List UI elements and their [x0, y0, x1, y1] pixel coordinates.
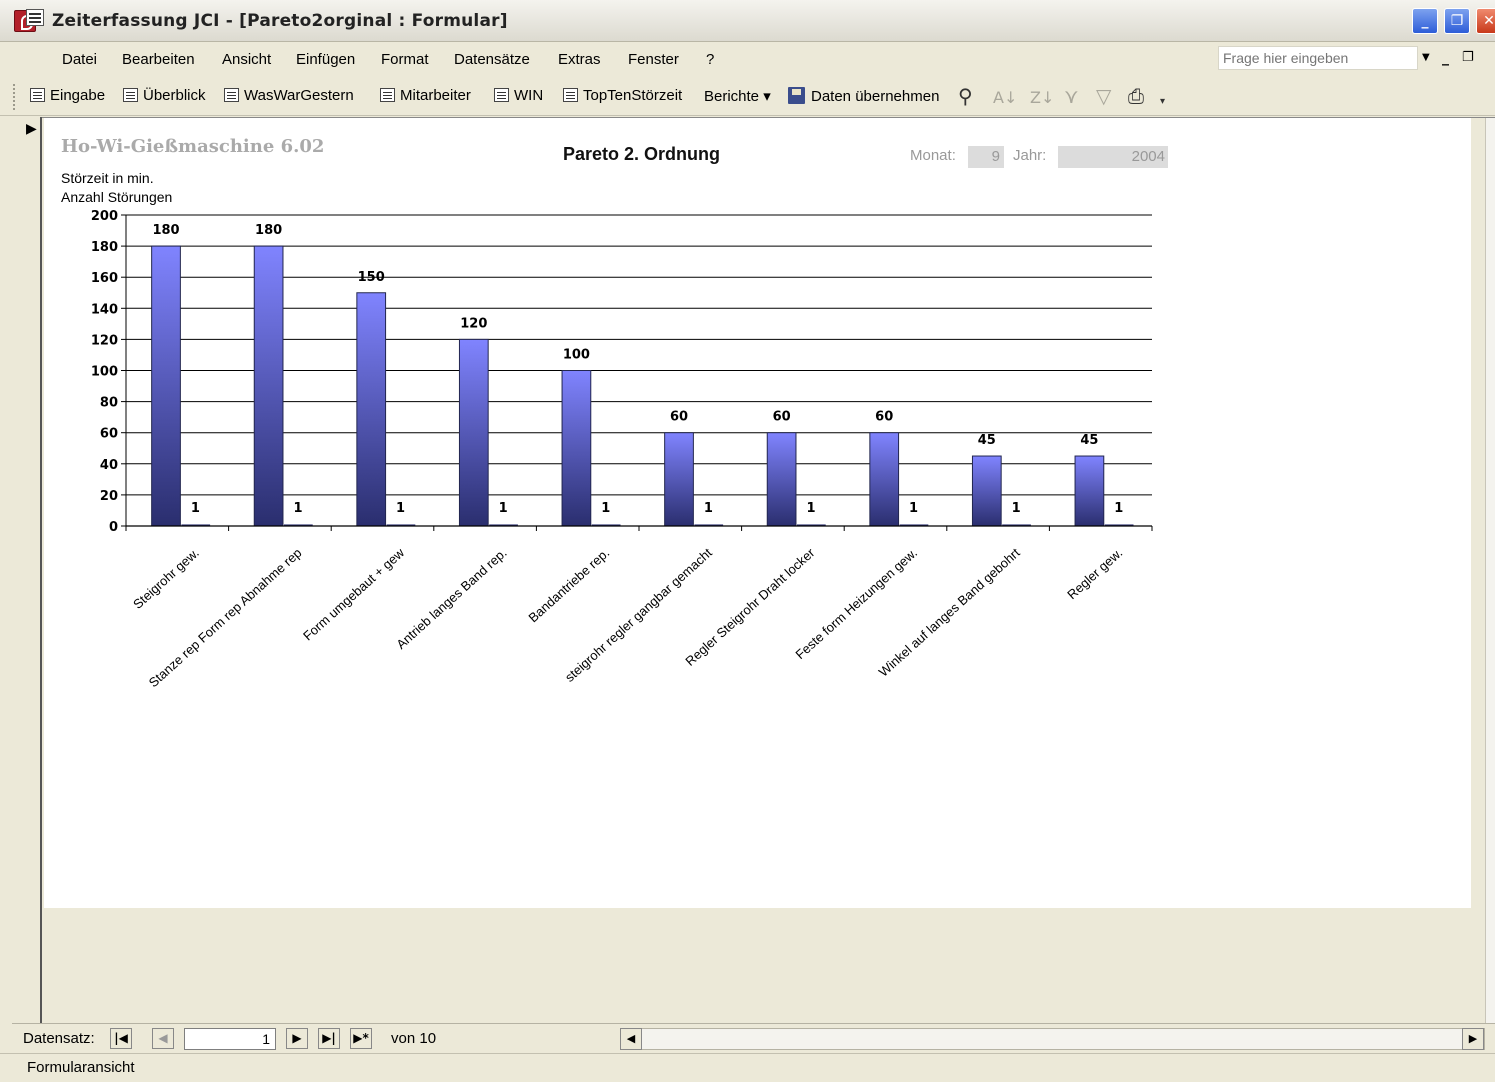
toolbar-button-label: Überblick — [143, 87, 206, 104]
record-nav-label: Datensatz: — [23, 1030, 95, 1047]
month-label: Monat: — [910, 147, 956, 164]
form-icon — [30, 88, 45, 102]
form-icon — [123, 88, 138, 102]
toolbar-button-toptenstoerzeit[interactable]: TopTenStörzeit — [563, 87, 682, 104]
toolbar-button-import[interactable]: Daten übernehmen — [788, 87, 939, 105]
menu-format[interactable]: Format — [381, 51, 429, 68]
menu-bearbeiten[interactable]: Bearbeiten — [122, 51, 195, 68]
toolbar-button-win[interactable]: WIN — [494, 87, 543, 104]
menu-ansicht[interactable]: Ansicht — [222, 51, 271, 68]
toolbar-button-label: TopTenStörzeit — [583, 87, 683, 104]
machine-title: Ho-Wi-Gießmaschine 6.02 — [61, 136, 325, 157]
sort-ascending-icon[interactable]: A↓ — [993, 88, 1017, 107]
child-restore-button[interactable]: ❐ — [1462, 50, 1474, 65]
new-record-button[interactable]: ▶* — [350, 1028, 372, 1049]
sort-descending-icon[interactable]: Z↓ — [1030, 88, 1054, 107]
toolbar-button-label: WasWarGestern — [244, 87, 354, 104]
toolbar-options-icon[interactable]: ▾ — [1160, 96, 1165, 107]
last-record-button[interactable]: ▶| — [318, 1028, 340, 1049]
toolbar-button-mitarbeiter[interactable]: Mitarbeiter — [380, 87, 471, 104]
status-bar — [0, 1053, 1495, 1082]
form-icon — [224, 88, 239, 102]
form-icon — [380, 88, 395, 102]
toolbar-button-label: Mitarbeiter — [400, 87, 471, 104]
toolbar-button-label: Eingabe — [50, 87, 106, 104]
year-field[interactable]: 2004 — [1058, 146, 1168, 168]
record-number-input[interactable]: 1 — [184, 1028, 276, 1050]
year-label: Jahr: — [1013, 147, 1047, 164]
window-title: Zeiterfassung JCI - [Pareto2orginal : Fo… — [52, 11, 508, 31]
form-window-icon[interactable] — [26, 9, 44, 26]
scroll-left-button[interactable]: ◀ — [620, 1028, 642, 1050]
menu-extras[interactable]: Extras — [558, 51, 601, 68]
form-icon — [494, 88, 509, 102]
toolbar-button-label: WIN — [514, 87, 544, 104]
filter-by-selection-icon[interactable]: ⋎ — [1064, 84, 1079, 108]
help-search-input[interactable] — [1218, 46, 1418, 70]
menu-datei[interactable]: Datei — [62, 51, 97, 68]
y-axis-label-count: Anzahl Störungen — [61, 189, 173, 205]
next-record-button[interactable]: ▶ — [286, 1028, 308, 1049]
print-icon[interactable]: ⎙ — [1128, 84, 1144, 108]
month-field[interactable]: 9 — [968, 146, 1004, 168]
menu-fenster[interactable]: Fenster — [628, 51, 679, 68]
toolbar-button-eingabe[interactable]: Eingabe — [30, 87, 105, 104]
menu-datensaetze[interactable]: Datensätze — [454, 51, 530, 68]
toolbar-grip[interactable] — [13, 84, 16, 110]
vertical-scrollbar[interactable] — [1485, 118, 1495, 1023]
form-detail-section — [44, 118, 1471, 908]
current-record-arrow-icon: ▶ — [26, 121, 37, 137]
save-disk-icon — [788, 87, 805, 104]
first-record-button[interactable]: |◀ — [110, 1028, 132, 1049]
toolbar-button-label: Daten übernehmen — [811, 88, 940, 105]
menu-help[interactable]: ? — [706, 51, 714, 68]
restore-button[interactable]: ❐ — [1444, 8, 1470, 34]
horizontal-scrollbar[interactable] — [620, 1028, 1485, 1050]
status-text: Formularansicht — [27, 1059, 135, 1076]
record-count: von 10 — [391, 1030, 437, 1047]
menu-einfuegen[interactable]: Einfügen — [296, 51, 355, 68]
record-selector[interactable] — [12, 117, 42, 1023]
chevron-down-icon[interactable]: ▼ — [1422, 52, 1430, 63]
find-binoculars-icon[interactable]: ⚲ — [958, 84, 973, 108]
previous-record-button[interactable]: ◀ — [152, 1028, 174, 1049]
filter-icon[interactable]: ▽ — [1096, 84, 1111, 108]
toolbar-button-waswargestern[interactable]: WasWarGestern — [224, 87, 354, 104]
toolbar-button-ueberblick[interactable]: Überblick — [123, 87, 206, 104]
form-icon — [563, 88, 578, 102]
chart-title: Pareto 2. Ordnung — [563, 144, 721, 164]
minimize-button[interactable]: _ — [1412, 8, 1438, 34]
close-button[interactable]: ✕ — [1476, 8, 1495, 34]
child-minimize-button[interactable]: _ — [1442, 50, 1449, 66]
toolbar-reports-dropdown[interactable]: Berichte ▾ — [704, 87, 771, 105]
scroll-right-button[interactable]: ▶ — [1462, 1028, 1484, 1050]
y-axis-label-duration: Störzeit in min. — [61, 170, 154, 186]
